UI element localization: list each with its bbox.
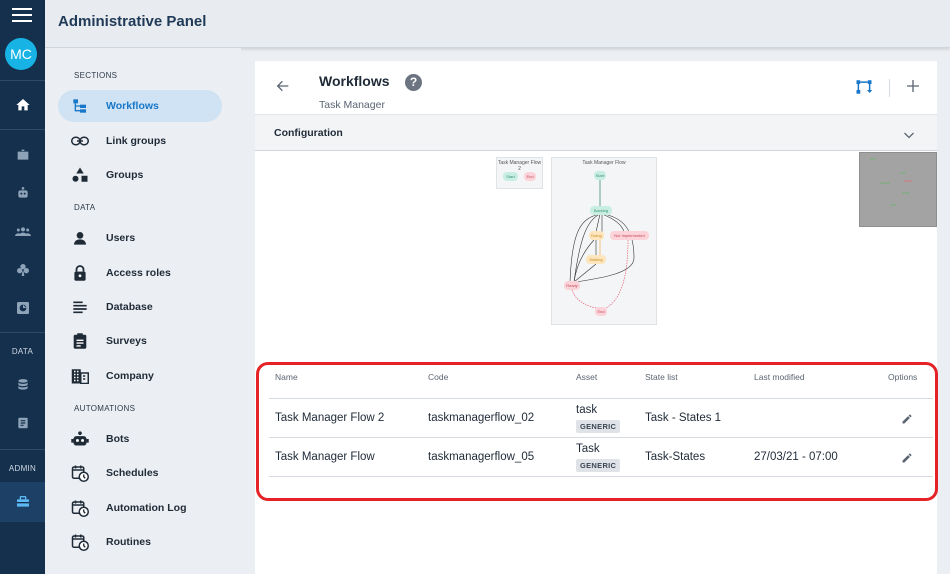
sidebar-item-surveys[interactable]: Surveys bbox=[58, 325, 222, 357]
back-arrow-icon[interactable] bbox=[275, 78, 291, 99]
rail-data-label: DATA bbox=[11, 347, 34, 356]
calendar-clock-icon bbox=[66, 533, 94, 551]
sidebar-item-label: Access roles bbox=[106, 267, 171, 279]
sidebar-item-workflows[interactable]: Workflows bbox=[58, 90, 222, 122]
sidebar-item-label: Link groups bbox=[106, 135, 167, 147]
sidebar-item-users[interactable]: Users bbox=[58, 222, 222, 254]
flow1-graph[interactable]: Task Manager Flow Start Backlog Doing No… bbox=[551, 157, 657, 325]
sidebar-item-bots[interactable]: Bots bbox=[58, 423, 222, 455]
sidebar-item-automation-log[interactable]: Automation Log bbox=[58, 492, 222, 524]
rail-admin-label: ADMIN bbox=[8, 464, 37, 473]
flow2-graph[interactable]: Task Manager Flow 2 Start End bbox=[496, 157, 543, 189]
page-title: Workflows bbox=[319, 73, 390, 89]
document-icon[interactable] bbox=[0, 409, 45, 437]
chevron-down-icon[interactable] bbox=[903, 127, 915, 145]
toolbox-icon[interactable] bbox=[0, 488, 45, 516]
sidebar-item-label: Bots bbox=[106, 433, 130, 445]
sidebar-item-label: Users bbox=[106, 232, 136, 244]
flow2-node-start: Start bbox=[503, 172, 518, 181]
club-icon[interactable] bbox=[0, 256, 45, 284]
flow1-node-start: Start bbox=[594, 171, 606, 180]
configuration-accordion[interactable]: Configuration bbox=[255, 114, 937, 151]
workflow-icon bbox=[66, 98, 94, 114]
page-subtitle: Task Manager bbox=[319, 99, 385, 111]
flow1-node-ready: Ready bbox=[564, 281, 580, 290]
sidebar-item-label: Surveys bbox=[106, 335, 147, 347]
robot-icon[interactable] bbox=[0, 179, 45, 207]
flow1-node-not-implemented: Not Implemented bbox=[610, 231, 649, 240]
sidebar-item-label: Routines bbox=[106, 536, 151, 548]
shapes-icon bbox=[66, 166, 94, 184]
sidebar-item-label: Workflows bbox=[106, 100, 159, 112]
app-title: Administrative Panel bbox=[58, 13, 207, 30]
sidebar-item-link-groups[interactable]: Link groups bbox=[58, 125, 222, 157]
calendar-clock-icon bbox=[66, 499, 94, 517]
left-rail: MC DATA ADMIN bbox=[0, 0, 45, 574]
briefcase-icon[interactable] bbox=[0, 141, 45, 169]
flow1-node-end: End bbox=[595, 307, 607, 316]
link-icon bbox=[66, 135, 94, 147]
sidebar-item-label: Groups bbox=[106, 169, 144, 181]
automations-heading: AUTOMATIONS bbox=[74, 404, 136, 413]
sidebar-item-label: Schedules bbox=[106, 467, 159, 479]
flow2-node-end: End bbox=[524, 172, 536, 181]
sidebar-item-database[interactable]: Database bbox=[58, 291, 222, 323]
flow1-node-waiting: Waiting bbox=[586, 255, 606, 264]
avatar[interactable]: MC bbox=[5, 38, 37, 70]
sidebar: SECTIONS Workflows Link groups Groups DA… bbox=[45, 48, 241, 574]
highlight-outline bbox=[256, 362, 938, 501]
flow1-node-doing: Doing bbox=[589, 231, 604, 240]
help-icon[interactable]: ? bbox=[405, 74, 422, 91]
flow1-edges bbox=[569, 180, 635, 309]
calendar-clock-icon bbox=[66, 464, 94, 482]
graph-preview-thumbnail[interactable] bbox=[859, 152, 937, 227]
sections-heading: SECTIONS bbox=[74, 71, 118, 80]
clipboard-icon bbox=[66, 332, 94, 350]
flow1-node-backlog: Backlog bbox=[590, 206, 612, 215]
list-icon bbox=[66, 300, 94, 314]
user-icon bbox=[66, 230, 94, 246]
workflow-graph-area: Task Manager Flow 2 Start End Task Manag… bbox=[255, 152, 937, 333]
database-icon[interactable] bbox=[0, 371, 45, 399]
sidebar-item-access-roles[interactable]: Access roles bbox=[58, 257, 222, 289]
people-icon[interactable] bbox=[0, 218, 45, 246]
sidebar-item-label: Database bbox=[106, 301, 153, 313]
sidebar-item-label: Company bbox=[106, 370, 154, 382]
chart-icon[interactable] bbox=[0, 294, 45, 322]
add-icon[interactable] bbox=[905, 78, 921, 99]
bot-icon bbox=[66, 431, 94, 447]
building-icon bbox=[66, 368, 94, 384]
sidebar-item-label: Automation Log bbox=[106, 502, 187, 514]
data-heading: DATA bbox=[74, 203, 96, 212]
sidebar-item-company[interactable]: Company bbox=[58, 360, 222, 392]
sidebar-item-routines[interactable]: Routines bbox=[58, 526, 222, 558]
top-header: Administrative Panel bbox=[45, 0, 950, 48]
lock-icon bbox=[66, 264, 94, 282]
sidebar-item-groups[interactable]: Groups bbox=[58, 159, 222, 191]
configuration-label: Configuration bbox=[274, 127, 343, 139]
home-icon[interactable] bbox=[0, 91, 45, 119]
flow-diagram-icon[interactable] bbox=[855, 78, 873, 101]
menu-icon[interactable] bbox=[12, 8, 32, 22]
flow2-graph-title: Task Manager Flow 2 bbox=[497, 160, 542, 172]
sidebar-item-schedules[interactable]: Schedules bbox=[58, 457, 222, 489]
